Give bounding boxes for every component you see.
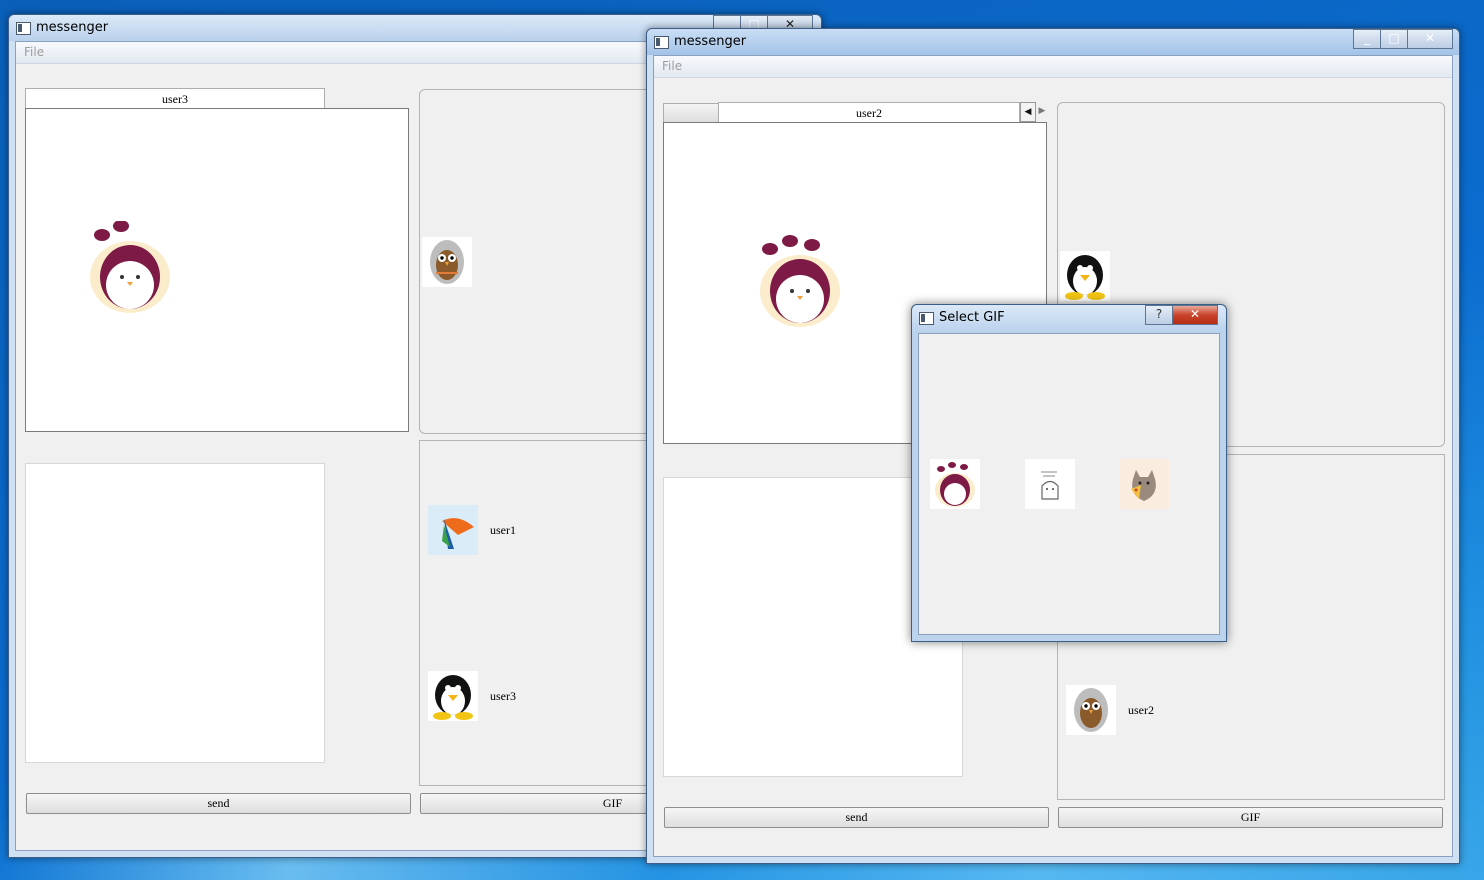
user-name: user3: [490, 689, 516, 703]
gif-button[interactable]: GIF: [1058, 807, 1443, 828]
gif-grid: [918, 333, 1220, 635]
user-name: user2: [1128, 703, 1154, 717]
chat-history: [25, 108, 409, 432]
close-button[interactable]: ✕: [1407, 29, 1453, 49]
tab-user3[interactable]: user3: [25, 88, 325, 109]
pink-bird-gif-icon[interactable]: [930, 459, 980, 509]
title-bar[interactable]: messenger _ □ ✕: [647, 29, 1459, 55]
pink-bird-gif-icon: [90, 221, 170, 313]
owl-avatar-icon: [422, 237, 472, 287]
owl-avatar-icon: [1066, 685, 1116, 735]
list-item[interactable]: user2: [1066, 685, 1206, 737]
message-input[interactable]: [25, 463, 325, 763]
select-gif-dialog: Select GIF ? ✕: [911, 304, 1227, 642]
tab-scroll-right-button[interactable]: ▶: [1035, 102, 1049, 120]
tab-user2[interactable]: user2: [718, 102, 1020, 123]
penguin-avatar-icon: [428, 671, 478, 721]
penguin-avatar-icon: [1060, 251, 1110, 301]
maximize-button[interactable]: □: [1380, 29, 1408, 49]
dialog-title-bar[interactable]: Select GIF ? ✕: [912, 305, 1226, 333]
send-button[interactable]: send: [664, 807, 1049, 828]
pink-bird-gif-icon: [760, 235, 840, 327]
parrot-avatar-icon: [428, 505, 478, 555]
tab-scroll-left-button[interactable]: ◀: [1020, 102, 1036, 122]
tab-hidden[interactable]: [663, 103, 719, 123]
minimize-button[interactable]: _: [1353, 29, 1381, 49]
ghost-sketch-gif-icon[interactable]: [1025, 459, 1075, 509]
help-button[interactable]: ?: [1145, 305, 1173, 325]
app-icon: [654, 36, 669, 49]
list-item[interactable]: user3: [428, 671, 568, 723]
menu-file[interactable]: File: [24, 45, 44, 59]
menu-file[interactable]: File: [662, 59, 682, 73]
app-icon: [919, 312, 934, 325]
list-item[interactable]: user1: [428, 505, 568, 557]
send-button[interactable]: send: [26, 793, 411, 814]
app-icon: [16, 22, 31, 35]
menu-bar: File: [654, 56, 1452, 78]
close-button[interactable]: ✕: [1172, 305, 1218, 325]
window-title: messenger: [674, 34, 747, 49]
cat-pizza-gif-icon[interactable]: [1119, 459, 1169, 509]
user-name: user1: [490, 523, 516, 537]
window-title: messenger: [36, 20, 109, 35]
dialog-title: Select GIF: [939, 310, 1005, 325]
